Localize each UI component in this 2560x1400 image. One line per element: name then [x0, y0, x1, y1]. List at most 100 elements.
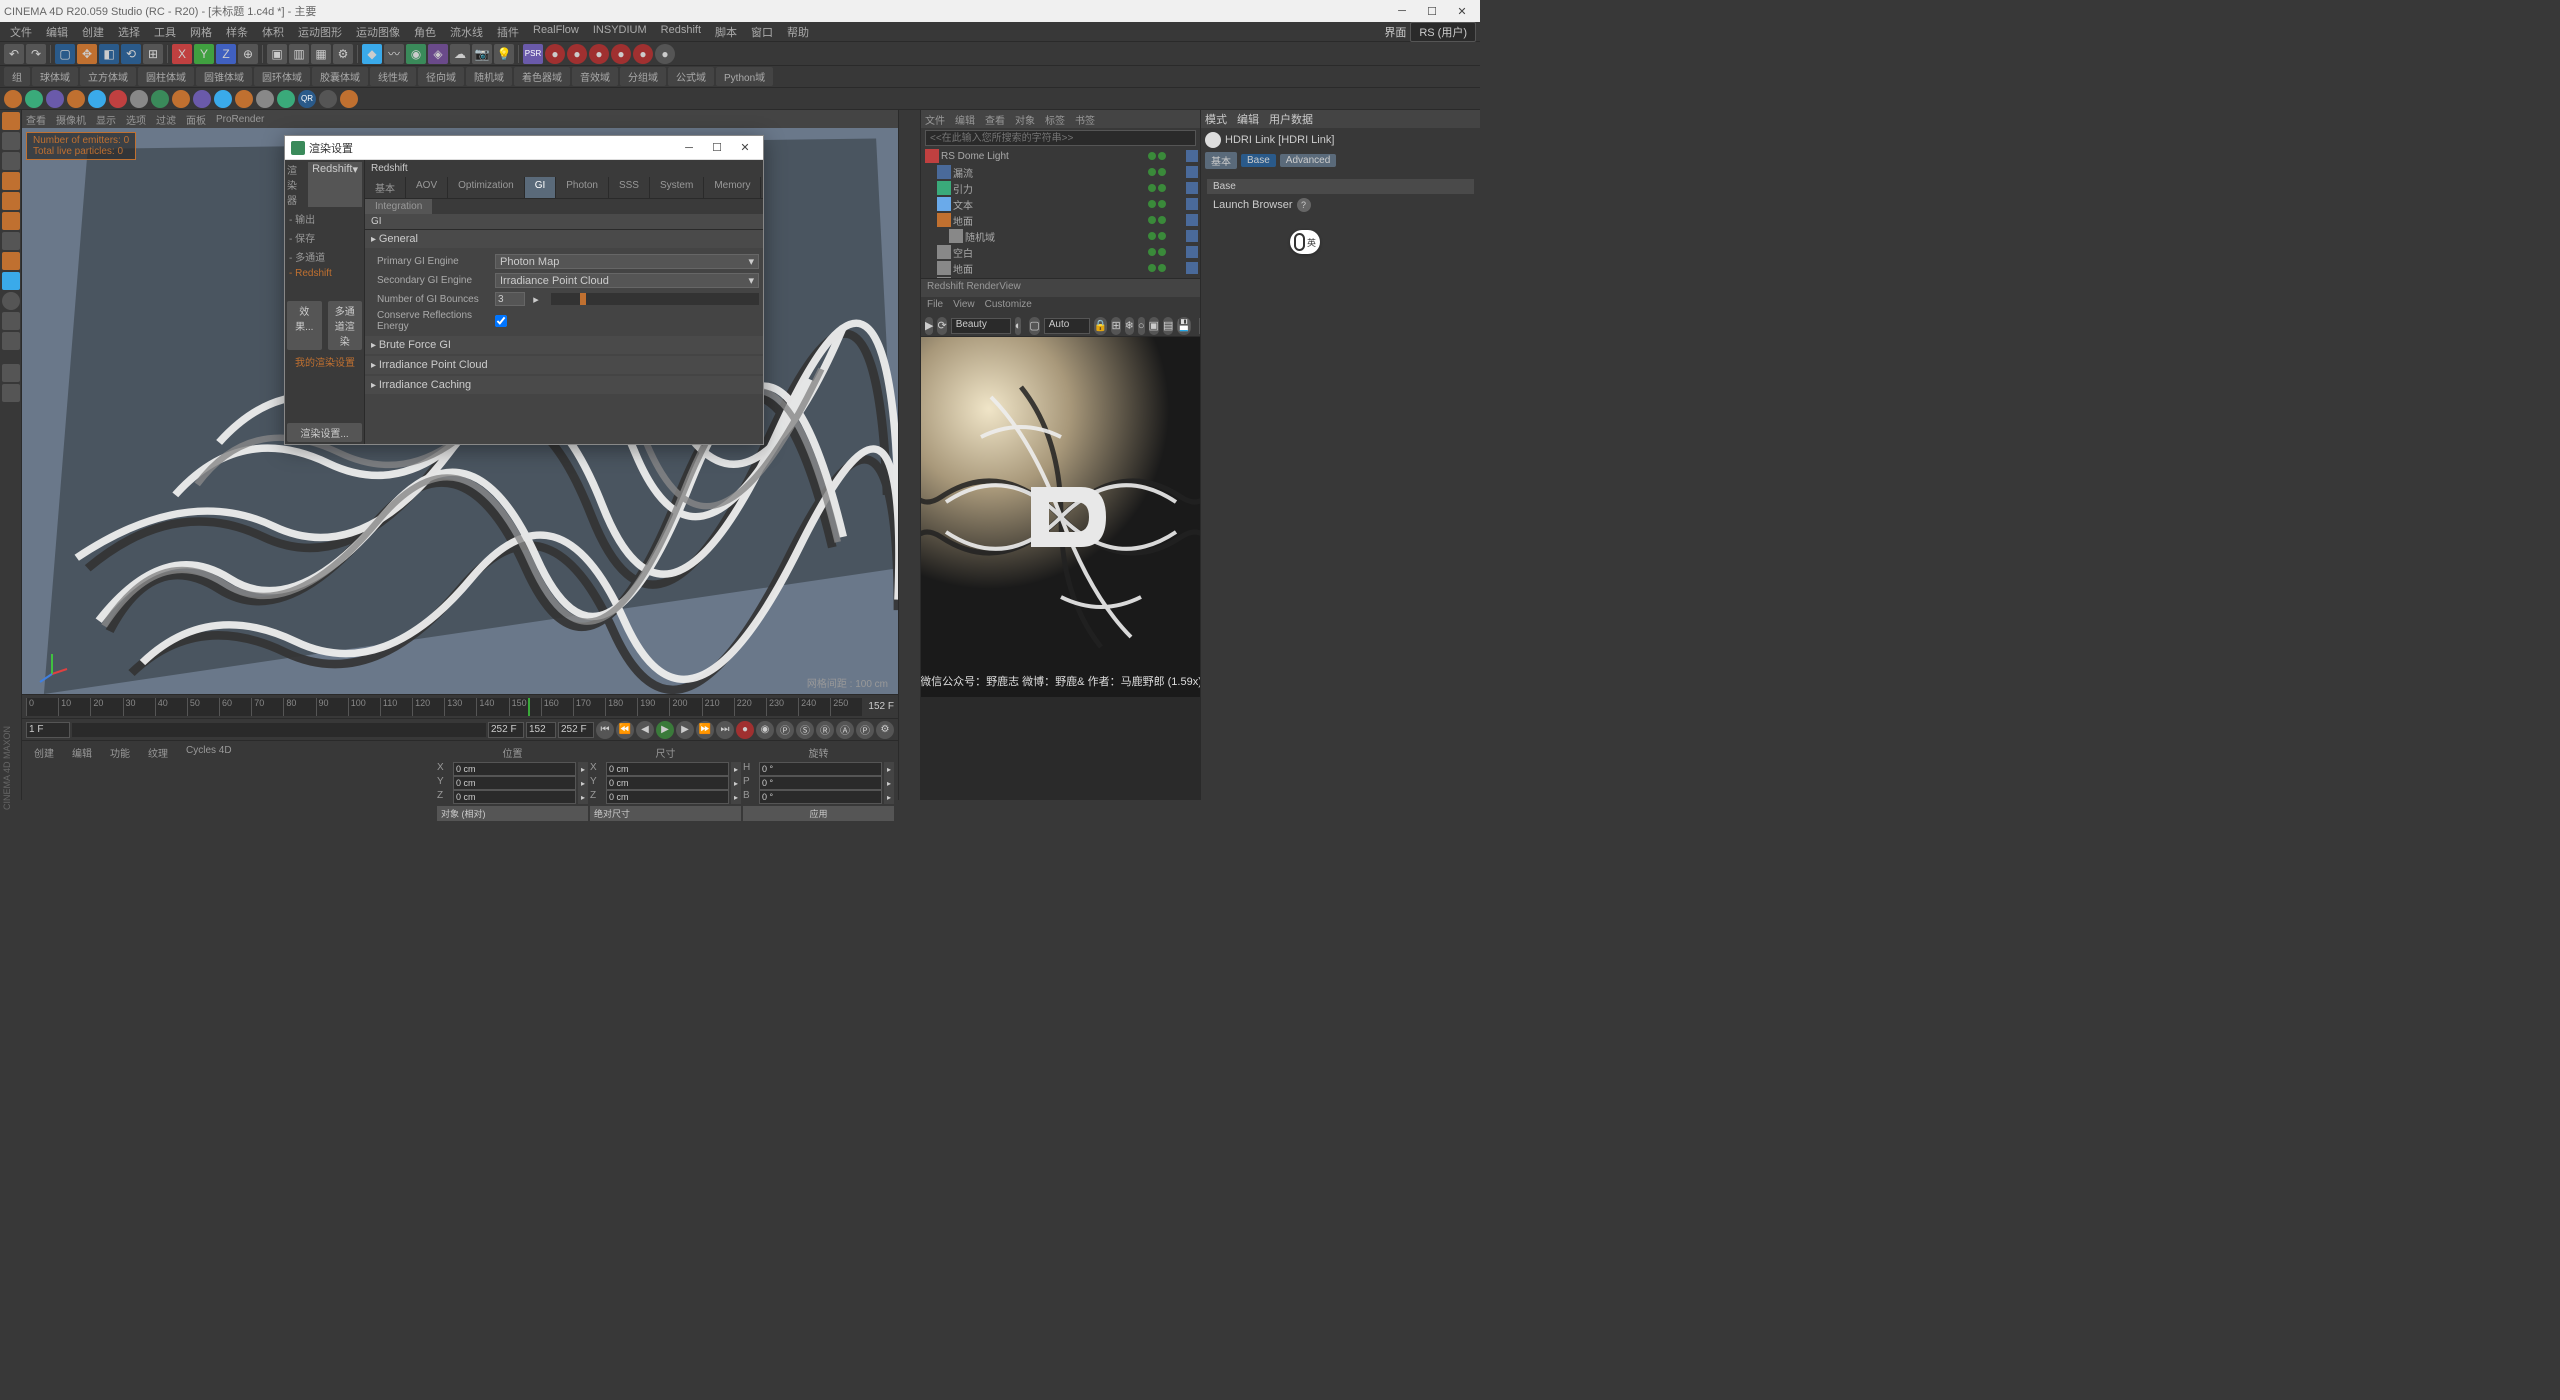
menu-item[interactable]: 创建	[76, 22, 110, 42]
visibility-dot[interactable]	[1148, 200, 1156, 208]
next-key-button[interactable]: ⏩	[696, 721, 714, 739]
spline-tool[interactable]: 〰	[384, 44, 404, 64]
coord-system[interactable]: ⊕	[238, 44, 258, 64]
attr-tab-base[interactable]: Base	[1241, 154, 1276, 167]
psr-button[interactable]: PSR	[523, 44, 543, 64]
rec-button-4[interactable]: ●	[611, 44, 631, 64]
x-axis-lock[interactable]: X	[172, 44, 192, 64]
launch-browser-button[interactable]: ?	[1297, 198, 1311, 212]
object-tag[interactable]	[1186, 150, 1198, 162]
point-mode[interactable]	[2, 172, 20, 190]
field-icon[interactable]	[130, 90, 148, 108]
key-p[interactable]: Ⓟ	[776, 721, 794, 739]
menu-item[interactable]: 插件	[491, 22, 525, 42]
object-tag[interactable]	[1186, 246, 1198, 258]
object-tag[interactable]	[1186, 166, 1198, 178]
generator-tool[interactable]: ◉	[406, 44, 426, 64]
menu-item[interactable]: RealFlow	[527, 22, 585, 42]
rv-lock-icon[interactable]: 🔒	[1094, 317, 1108, 335]
model-mode[interactable]	[2, 112, 20, 130]
field-icon[interactable]	[256, 90, 274, 108]
field-icon[interactable]	[277, 90, 295, 108]
redshift-tab[interactable]: Optimization	[448, 177, 525, 198]
menu-item[interactable]: 网格	[184, 22, 218, 42]
render-dot[interactable]	[1158, 184, 1166, 192]
object-search-input[interactable]	[925, 130, 1196, 146]
menu-item[interactable]: 文件	[4, 22, 38, 42]
key-r[interactable]: Ⓡ	[816, 721, 834, 739]
obj-menu-item[interactable]: 编辑	[955, 112, 975, 127]
workplane[interactable]	[2, 332, 20, 350]
frame-cur-input[interactable]	[526, 722, 556, 738]
object-row[interactable]: 地面	[921, 212, 1200, 228]
material-tab[interactable]: 创建	[26, 743, 62, 762]
auto-key[interactable]: ●	[655, 44, 675, 64]
rec-button-1[interactable]: ●	[545, 44, 565, 64]
coord-rot-input[interactable]	[759, 776, 882, 790]
menu-item[interactable]: 编辑	[40, 22, 74, 42]
coord-pos-input[interactable]	[453, 762, 576, 776]
record-button[interactable]: ●	[736, 721, 754, 739]
next-frame-button[interactable]: ▶	[676, 721, 694, 739]
brute-force-group[interactable]: ▸ Brute Force GI	[365, 336, 763, 354]
object-row[interactable]: 引力	[921, 180, 1200, 196]
object-tag[interactable]	[1186, 262, 1198, 274]
attr-menu-item[interactable]: 模式	[1205, 111, 1227, 127]
render-dot[interactable]	[1158, 248, 1166, 256]
menu-item[interactable]: 选择	[112, 22, 146, 42]
render-dot[interactable]	[1158, 200, 1166, 208]
texture-mode[interactable]	[2, 132, 20, 150]
undo-button[interactable]: ↶	[4, 44, 24, 64]
menu-item[interactable]: Redshift	[655, 22, 707, 42]
y-axis-lock[interactable]: Y	[194, 44, 214, 64]
redshift-tab[interactable]: SSS	[609, 177, 650, 198]
field-tab[interactable]: 随机域	[466, 67, 512, 86]
render-region[interactable]: ▥	[289, 44, 309, 64]
object-row[interactable]: 随机域	[921, 228, 1200, 244]
attr-menu-item[interactable]: 用户数据	[1269, 111, 1313, 127]
edge-mode[interactable]	[2, 192, 20, 210]
field-tab[interactable]: 立方体域	[80, 67, 136, 86]
prev-key-button[interactable]: ⏪	[616, 721, 634, 739]
secondary-gi-select[interactable]: Irradiance Point Cloud▾	[495, 273, 759, 288]
key-a[interactable]: Ⓐ	[836, 721, 854, 739]
visibility-dot[interactable]	[1148, 184, 1156, 192]
snap-settings[interactable]	[2, 312, 20, 330]
close-button[interactable]: ✕	[1448, 2, 1476, 20]
attr-tab-advanced[interactable]: Advanced	[1280, 154, 1336, 167]
field-icon[interactable]	[88, 90, 106, 108]
object-row[interactable]: 地面	[921, 260, 1200, 276]
renderview-canvas[interactable]: 微信公众号：野鹿志 微博：野鹿& 作者：马鹿野郎 (1.59x)	[921, 337, 1200, 800]
my-render-settings[interactable]: 我的渲染设置	[285, 352, 364, 371]
prev-frame-button[interactable]: ◀	[636, 721, 654, 739]
dialog-titlebar[interactable]: 渲染设置 ─ ☐ ✕	[285, 136, 763, 160]
light-tool[interactable]: 💡	[494, 44, 514, 64]
redshift-tab[interactable]: Memory	[704, 177, 761, 198]
frame-start-input[interactable]	[26, 722, 70, 738]
material-tab[interactable]: 功能	[102, 743, 138, 762]
field-tab[interactable]: 圆柱体域	[138, 67, 194, 86]
render-pv[interactable]: ▦	[311, 44, 331, 64]
field-icon[interactable]	[193, 90, 211, 108]
render-settings-button[interactable]: ⚙	[333, 44, 353, 64]
minimize-button[interactable]: ─	[1388, 2, 1416, 20]
axis-mode[interactable]	[2, 152, 20, 170]
menu-item[interactable]: 运动图形	[292, 22, 348, 42]
uv-mode[interactable]	[2, 232, 20, 250]
coord-mode-select[interactable]: 对象 (相对)	[437, 806, 588, 821]
obj-menu-item[interactable]: 书签	[1075, 112, 1095, 127]
obj-menu-item[interactable]: 查看	[985, 112, 1005, 127]
rv-circle-icon[interactable]: ○	[1138, 317, 1145, 335]
field-icon[interactable]	[214, 90, 232, 108]
key-pla[interactable]: Ⓟ	[856, 721, 874, 739]
rv-save-icon[interactable]: 💾	[1177, 317, 1191, 335]
coord-rot-input[interactable]	[759, 762, 882, 776]
visibility-dot[interactable]	[1148, 264, 1156, 272]
axis-widget[interactable]	[32, 644, 72, 684]
rv-snow-icon[interactable]: ❄	[1125, 317, 1134, 335]
object-tag[interactable]	[1186, 198, 1198, 210]
camera-tool[interactable]: 📷	[472, 44, 492, 64]
dialog-close[interactable]: ✕	[733, 139, 757, 157]
render-dot[interactable]	[1158, 152, 1166, 160]
goto-start-button[interactable]: ⏮	[596, 721, 614, 739]
